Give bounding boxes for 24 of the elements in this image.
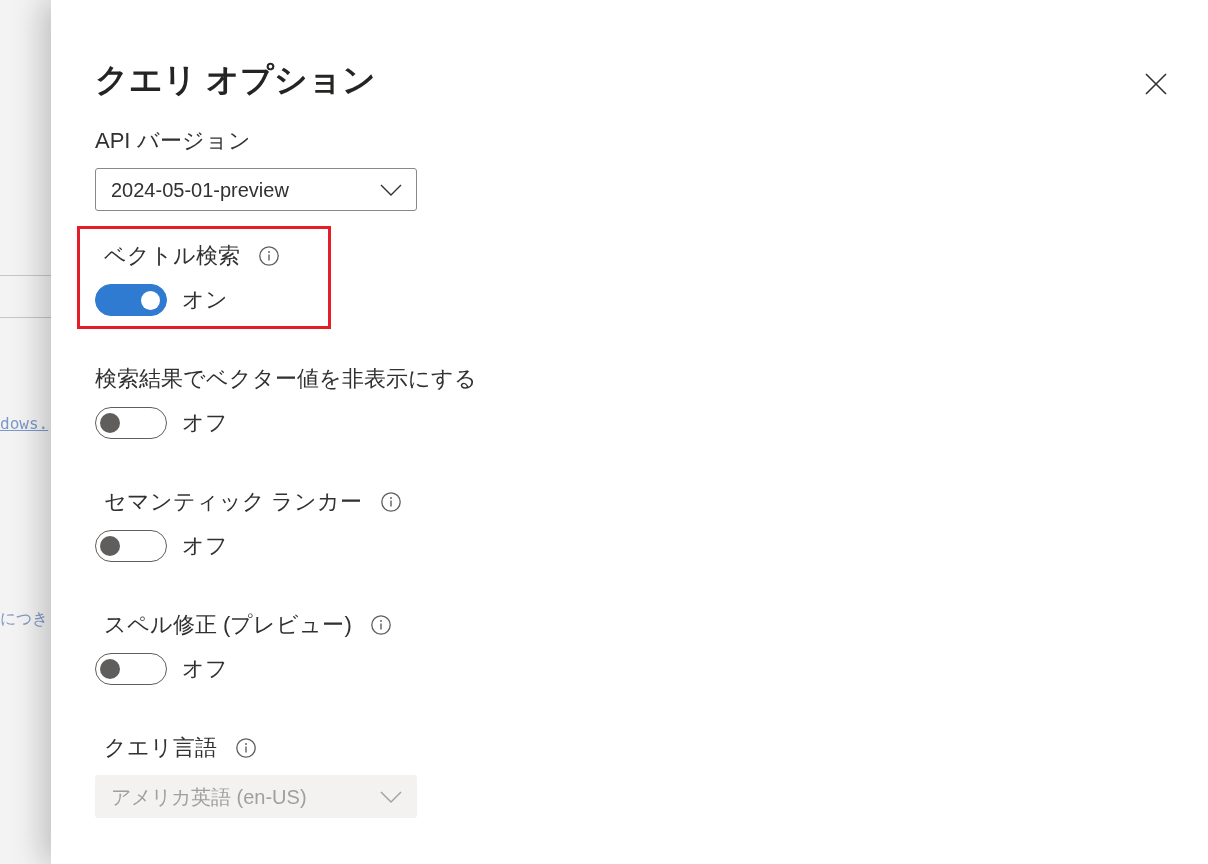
toggle-switch[interactable] bbox=[95, 407, 167, 439]
info-icon[interactable] bbox=[259, 246, 279, 266]
field-label: セマンティック ランカー bbox=[104, 488, 363, 516]
info-icon[interactable] bbox=[370, 615, 391, 635]
chevron-down-icon bbox=[380, 183, 402, 196]
chevron-down-icon bbox=[380, 790, 402, 803]
dropdown[interactable]: 2024-05-01-preview bbox=[95, 168, 417, 211]
panel-title: クエリ オプション bbox=[95, 60, 377, 100]
toggle-state-text: オフ bbox=[182, 655, 228, 683]
close-icon bbox=[1145, 73, 1167, 95]
background-text: につき bbox=[0, 609, 48, 629]
field-label: 検索結果でベクター値を非表示にする bbox=[95, 365, 477, 393]
toggle-switch[interactable] bbox=[95, 284, 167, 316]
field-label: クエリ言語 bbox=[104, 734, 217, 762]
toggle-switch[interactable] bbox=[95, 530, 167, 562]
info-icon[interactable] bbox=[381, 492, 402, 512]
field-label: API バージョン bbox=[95, 127, 251, 155]
toggle-switch[interactable] bbox=[95, 653, 167, 685]
link[interactable]: dows. bbox=[0, 414, 49, 434]
toggle-state-text: オフ bbox=[182, 532, 228, 560]
toggle-state-text: オン bbox=[182, 286, 228, 314]
field-label: スペル修正 (プレビュー) bbox=[104, 611, 352, 639]
toggle-state-text: オフ bbox=[182, 409, 228, 437]
field-label: ベクトル検索 bbox=[104, 242, 240, 270]
